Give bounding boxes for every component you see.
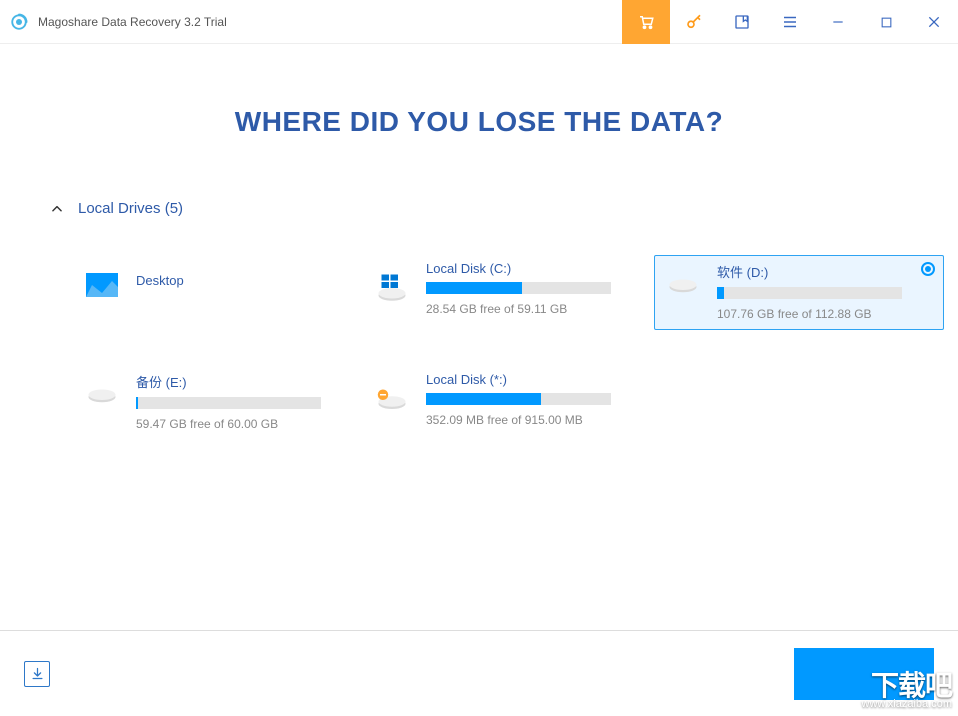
drive-icon-wrap [665, 262, 701, 321]
key-button[interactable] [670, 0, 718, 44]
usage-fill [426, 282, 522, 294]
cart-button[interactable] [622, 0, 670, 44]
bookmark-icon [734, 14, 750, 30]
usage-bar [426, 393, 611, 405]
drive-item[interactable]: Local Disk (C:) 28.54 GB free of 59.11 GB [364, 255, 654, 330]
section-title: Local Drives (5) [78, 200, 183, 217]
app-title: Magoshare Data Recovery 3.2 Trial [38, 15, 227, 29]
drive-icon-wrap [374, 261, 410, 322]
close-button[interactable] [910, 0, 958, 44]
drive-body: 备份 (E:) 59.47 GB free of 60.00 GB [136, 372, 354, 431]
import-button[interactable] [24, 661, 50, 687]
drive-name: Local Disk (C:) [426, 261, 644, 276]
download-icon [30, 666, 45, 681]
selected-radio-icon [921, 262, 935, 276]
watermark: 下载吧 www.xiazaiba.com [862, 673, 952, 710]
drive-body: Local Disk (C:) 28.54 GB free of 59.11 GB [426, 261, 644, 322]
minimize-icon [831, 15, 845, 29]
app-logo-icon [8, 11, 30, 33]
drive-icon [668, 274, 698, 294]
menu-icon [781, 13, 799, 31]
drive-item[interactable]: 软件 (D:) 107.76 GB free of 112.88 GB [654, 255, 944, 330]
usage-bar [717, 287, 902, 299]
drive-name: 软件 (D:) [717, 262, 933, 281]
drive-status: 352.09 MB free of 915.00 MB [426, 413, 644, 427]
chevron-up-icon [50, 202, 64, 216]
page-heading: WHERE DID YOU LOSE THE DATA? [0, 106, 958, 138]
drive-icon-wrap [374, 372, 410, 431]
titlebar: Magoshare Data Recovery 3.2 Trial [0, 0, 958, 44]
drive-name: Desktop [136, 273, 354, 288]
footer: 下载吧 www.xiazaiba.com [0, 630, 958, 716]
drive-item[interactable]: 备份 (E:) 59.47 GB free of 60.00 GB [74, 366, 364, 439]
drive-icon-wrap [84, 372, 120, 431]
drive-icon-wrap [84, 261, 120, 322]
maximize-button[interactable] [862, 0, 910, 44]
titlebar-actions [622, 0, 958, 43]
minimize-button[interactable] [814, 0, 862, 44]
drive-item[interactable]: Desktop [74, 255, 364, 330]
drives-grid: Desktop Local Disk (C:) 28.54 GB free of 5… [74, 255, 908, 439]
usage-fill [717, 287, 724, 299]
usage-bar [136, 397, 321, 409]
desktop-icon [86, 273, 118, 297]
section-header[interactable]: Local Drives (5) [50, 200, 908, 217]
drive-name: Local Disk (*:) [426, 372, 644, 387]
drives-section: Local Drives (5) Desktop Local Disk (C:) 2… [0, 200, 958, 439]
close-icon [926, 14, 942, 30]
drive-icon [87, 384, 117, 404]
windows-drive-icon [377, 273, 407, 303]
bookmark-button[interactable] [718, 0, 766, 44]
usage-bar [426, 282, 611, 294]
drive-status: 28.54 GB free of 59.11 GB [426, 302, 644, 316]
usage-fill [136, 397, 138, 409]
drive-item[interactable]: Local Disk (*:) 352.09 MB free of 915.00 … [364, 366, 654, 439]
usage-fill [426, 393, 541, 405]
drive-status: 59.47 GB free of 60.00 GB [136, 417, 354, 431]
key-icon [685, 13, 703, 31]
watermark-url: www.xiazaiba.com [862, 698, 952, 710]
drive-status: 107.76 GB free of 112.88 GB [717, 307, 933, 321]
cart-icon [637, 13, 655, 31]
drive-name: 备份 (E:) [136, 372, 354, 391]
watermark-text: 下载吧 [862, 673, 952, 698]
drive-body: 软件 (D:) 107.76 GB free of 112.88 GB [717, 262, 933, 321]
drive-warn-icon [377, 384, 407, 410]
drive-body: Local Disk (*:) 352.09 MB free of 915.00 … [426, 372, 644, 431]
drive-body: Desktop [136, 261, 354, 322]
maximize-icon [880, 16, 893, 29]
menu-button[interactable] [766, 0, 814, 44]
